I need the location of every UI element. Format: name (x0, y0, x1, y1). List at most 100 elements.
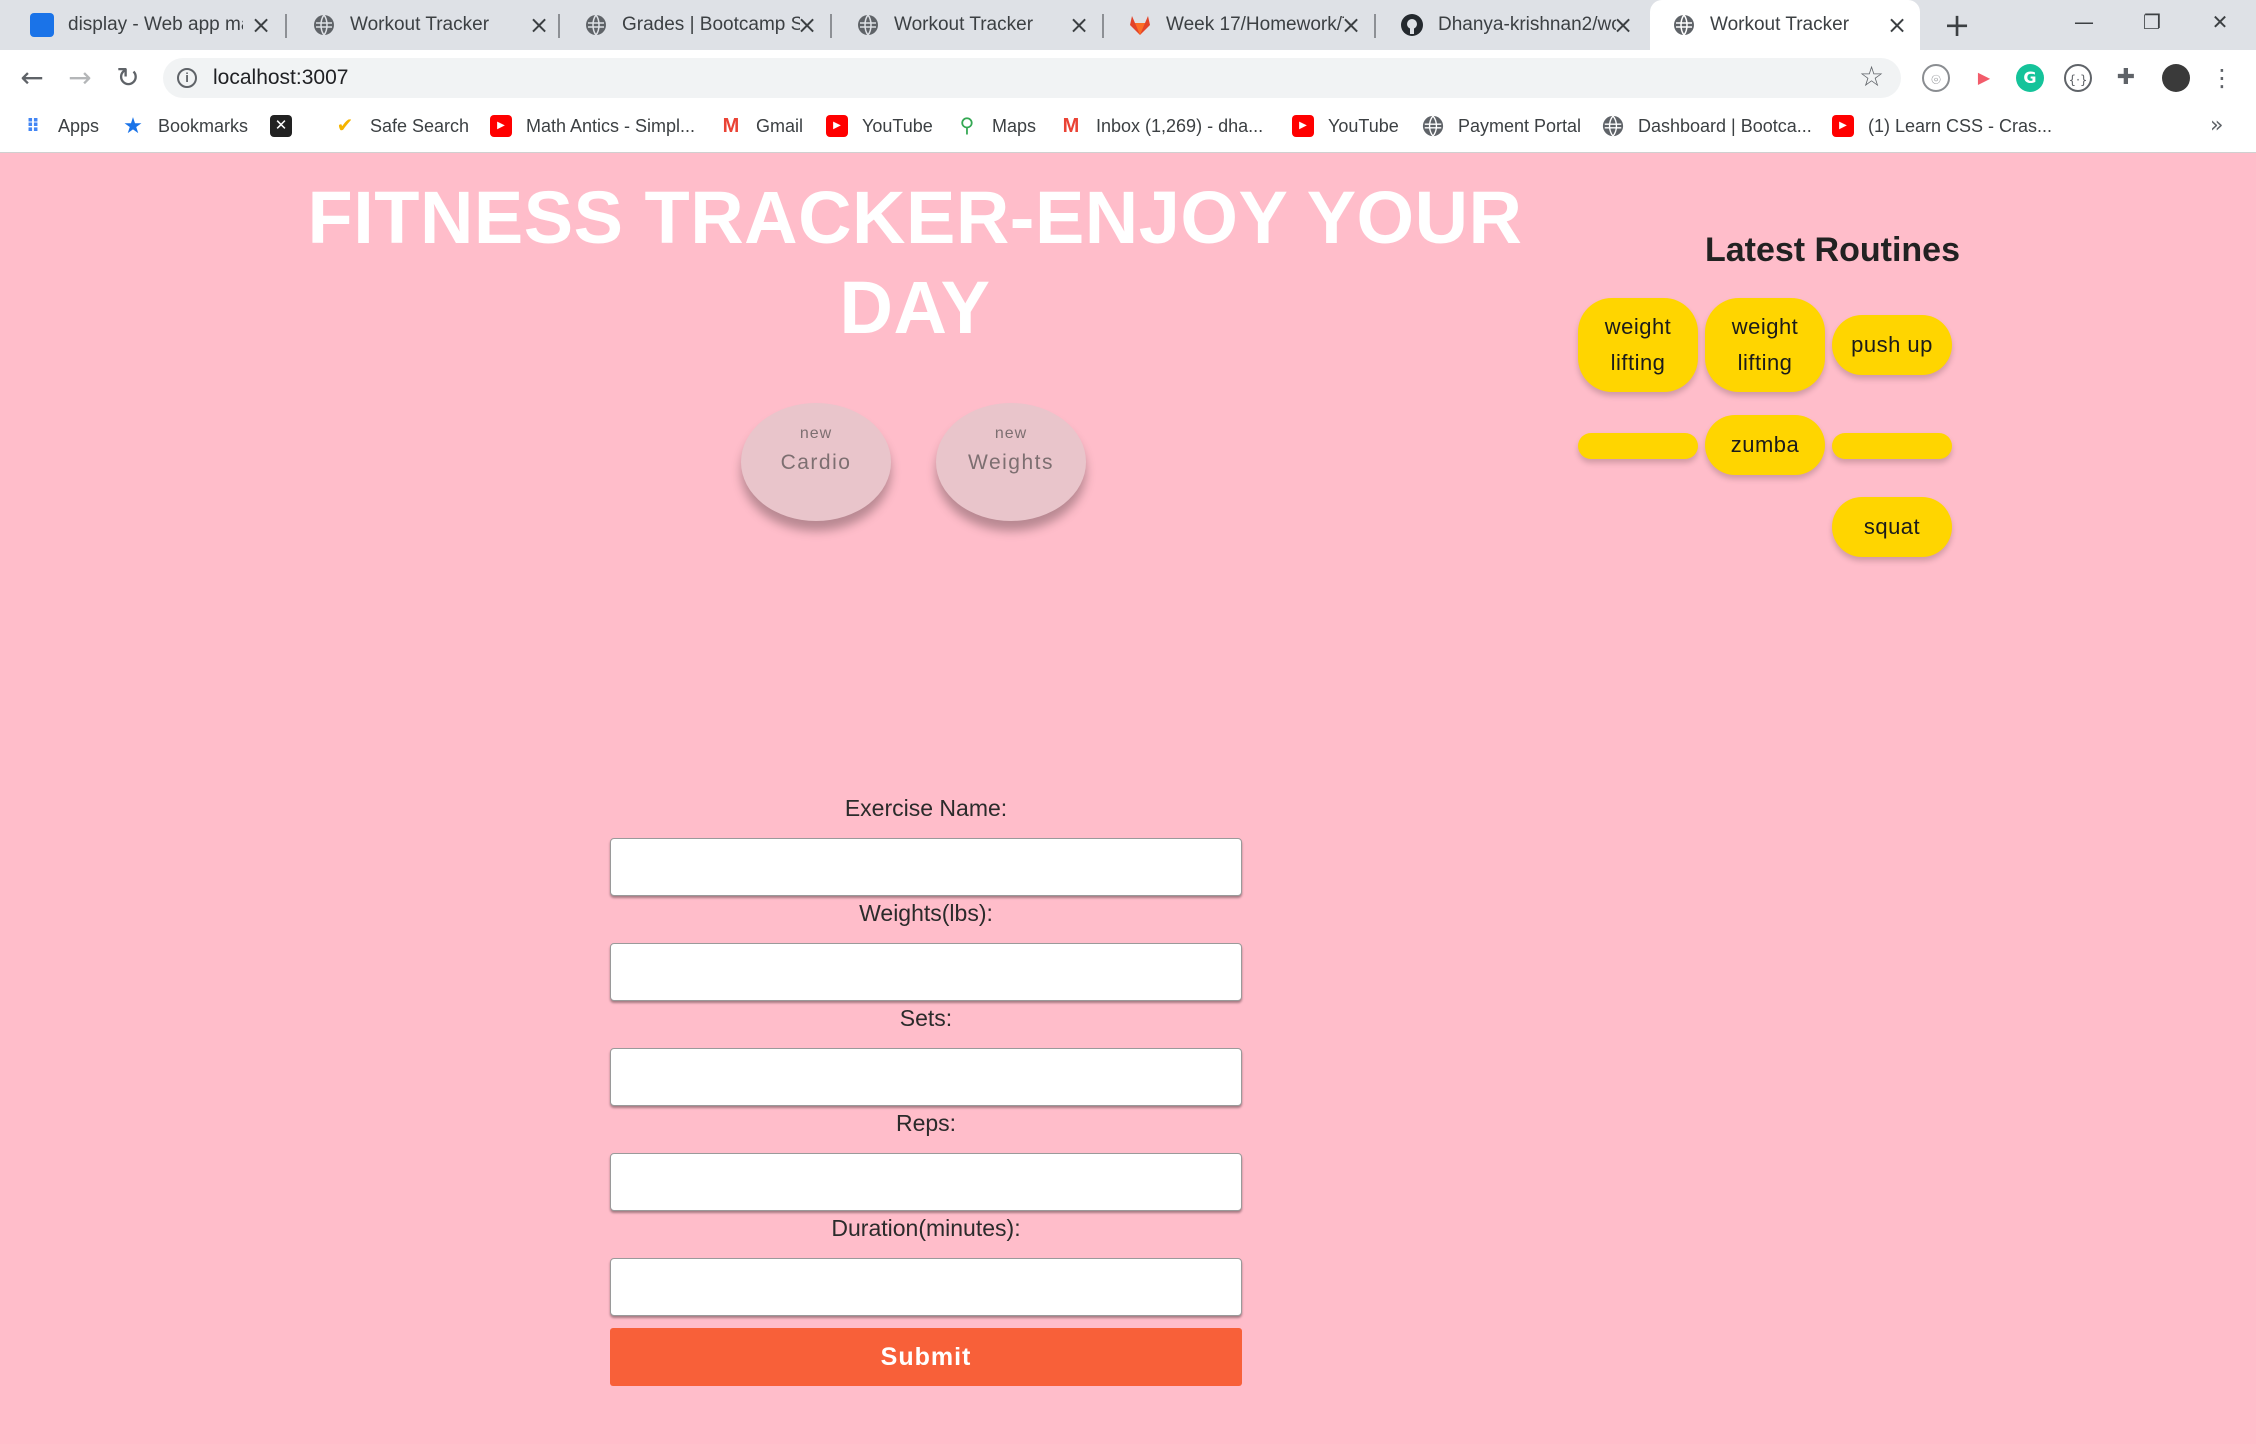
back-button[interactable]: ← (14, 60, 50, 96)
tab-divider (1102, 14, 1104, 38)
github-icon (1401, 14, 1423, 36)
puzzle-extensions-icon[interactable]: ✚ (2112, 64, 2140, 92)
new-cardio-button[interactable]: new Cardio (741, 403, 891, 521)
bookmark-dashboard[interactable]: Dashboard | Bootca... (1602, 112, 1812, 140)
page-content: FITNESS TRACKER-ENJOY YOUR DAY new Cardi… (0, 153, 2256, 1444)
reload-button[interactable]: ↻ (110, 60, 146, 96)
bookmark-learn-css[interactable]: ▶ (1) Learn CSS - Cras... (1832, 112, 2052, 140)
extension-icon[interactable]: ⌾ (1922, 64, 1950, 92)
tab-title: Grades | Bootcamp Sp (622, 14, 800, 35)
globe-icon (1602, 115, 1624, 137)
close-icon[interactable]: × (1066, 12, 1092, 38)
game-icon: ✕ (270, 115, 292, 137)
exercise-name-input[interactable] (610, 838, 1242, 896)
routine-pill[interactable]: squat (1832, 497, 1952, 557)
weights-input[interactable] (610, 943, 1242, 1001)
gmail-icon: M (722, 115, 740, 137)
exercise-name-label: Exercise Name: (844, 795, 1008, 821)
bookmark-inbox[interactable]: M Inbox (1,269) - dha... (1060, 112, 1263, 140)
tab-display[interactable]: display - Web app ma × (8, 0, 280, 50)
address-bar[interactable]: i localhost:3007 ☆ (163, 58, 1901, 98)
globe-icon (1422, 115, 1444, 137)
tab-grades[interactable]: Grades | Bootcamp Sp × (562, 0, 834, 50)
bookmark-label: YouTube (1328, 115, 1399, 136)
bookmark-math-antics[interactable]: ▶ Math Antics - Simpl... (490, 112, 695, 140)
bookmark-safe-search[interactable]: ✔ Safe Search (334, 112, 469, 140)
bookmark-label: Dashboard | Bootca... (1638, 115, 1812, 136)
duration-input[interactable] (610, 1258, 1242, 1316)
star-icon: ★ (123, 113, 143, 138)
new-weights-button[interactable]: new Weights (936, 403, 1086, 521)
routine-pill-empty[interactable] (1578, 433, 1698, 459)
tab-workout-tracker-active[interactable]: Workout Tracker × (1650, 0, 1920, 50)
submit-button[interactable]: Submit (610, 1328, 1242, 1386)
safe-search-icon: ✔ (336, 115, 354, 137)
gmail-icon: M (1062, 115, 1080, 137)
bookmark-label: Maps (992, 115, 1037, 136)
routine-pill-empty[interactable] (1832, 433, 1952, 459)
routine-pill[interactable]: push up (1832, 315, 1952, 375)
new-tab-button[interactable]: + (1940, 8, 1974, 42)
tab-title: Week 17/Homework/T (1166, 14, 1344, 35)
new-cardio-small-label: new (799, 425, 833, 442)
routine-pill[interactable]: weight lifting (1705, 298, 1825, 392)
close-window-button[interactable]: ✕ (2186, 0, 2254, 44)
bookmark-bookmarks[interactable]: ★ Bookmarks (122, 112, 248, 140)
maps-icon: ⚲ (959, 115, 975, 137)
screencast-extension-icon[interactable]: ▶ (1970, 64, 1998, 92)
bookmarks-overflow-icon[interactable]: » (2210, 112, 2223, 140)
bookmark-youtube[interactable]: ▶ YouTube (826, 112, 933, 140)
close-icon[interactable]: × (1610, 12, 1636, 38)
close-icon[interactable]: × (526, 12, 552, 38)
youtube-icon: ▶ (1832, 115, 1854, 137)
bookmark-label: Payment Portal (1458, 115, 1582, 136)
forward-button[interactable]: → (62, 60, 98, 96)
reps-input[interactable] (610, 1153, 1242, 1211)
bookmark-label: Safe Search (370, 115, 470, 136)
tab-divider (830, 14, 832, 38)
close-icon[interactable]: × (794, 12, 820, 38)
bookmark-star-icon[interactable]: ☆ (1859, 62, 1889, 92)
bookmark-apps[interactable]: ⠿ Apps (22, 112, 99, 140)
routine-pill[interactable]: weight lifting (1578, 298, 1698, 392)
bookmark-payment-portal[interactable]: Payment Portal (1422, 112, 1581, 140)
weights-label: Weights(lbs): (859, 900, 993, 926)
tab-gitlab-homework[interactable]: Week 17/Homework/T × (1106, 0, 1378, 50)
grammarly-icon[interactable]: G (2016, 64, 2044, 92)
tab-divider (285, 14, 287, 38)
tab-title: Dhanya-krishnan2/wo (1438, 14, 1616, 35)
tab-workout-tracker[interactable]: Workout Tracker × (290, 0, 562, 50)
extension-icon[interactable]: {·} (2064, 64, 2092, 92)
tab-title: display - Web app ma (68, 14, 243, 35)
tab-divider (558, 14, 560, 38)
routines-heading: Latest Routines (1704, 231, 1960, 269)
bookmark-label: YouTube (862, 115, 933, 136)
tab-workout-tracker[interactable]: Workout Tracker × (834, 0, 1106, 50)
close-icon[interactable]: × (1338, 12, 1364, 38)
profile-avatar[interactable] (2162, 64, 2190, 92)
close-icon[interactable]: × (248, 12, 274, 38)
bookmark-label: Math Antics - Simpl... (526, 115, 696, 136)
bookmark-maps[interactable]: ⚲ Maps (956, 112, 1036, 140)
youtube-icon: ▶ (1292, 115, 1314, 137)
sets-input[interactable] (610, 1048, 1242, 1106)
youtube-icon: ▶ (826, 115, 848, 137)
new-weights-label: Weights (968, 451, 1054, 474)
globe-icon (858, 14, 878, 36)
browser-chrome: display - Web app ma × Workout Tracker ×… (0, 0, 2256, 153)
restore-button[interactable]: ❐ (2118, 0, 2186, 44)
routine-pill[interactable]: zumba (1705, 415, 1825, 475)
minimize-button[interactable]: — (2050, 0, 2118, 44)
menu-kebab-icon[interactable]: ⋮ (2208, 64, 2236, 92)
close-icon[interactable]: × (1884, 12, 1910, 38)
bookmark-label: Inbox (1,269) - dha... (1096, 115, 1264, 136)
tab-github-repo[interactable]: Dhanya-krishnan2/wo × (1378, 0, 1650, 50)
tab-title: Workout Tracker (1710, 14, 1850, 35)
info-icon[interactable]: i (177, 68, 197, 88)
bookmark-youtube[interactable]: ▶ YouTube (1292, 112, 1399, 140)
bookmark-game[interactable]: ✕ (270, 112, 306, 140)
bookmark-gmail[interactable]: M Gmail (720, 112, 803, 140)
bookmark-label: Bookmarks (158, 115, 249, 136)
url-text[interactable]: localhost:3007 (213, 58, 348, 98)
bookmark-label: Gmail (756, 115, 804, 136)
